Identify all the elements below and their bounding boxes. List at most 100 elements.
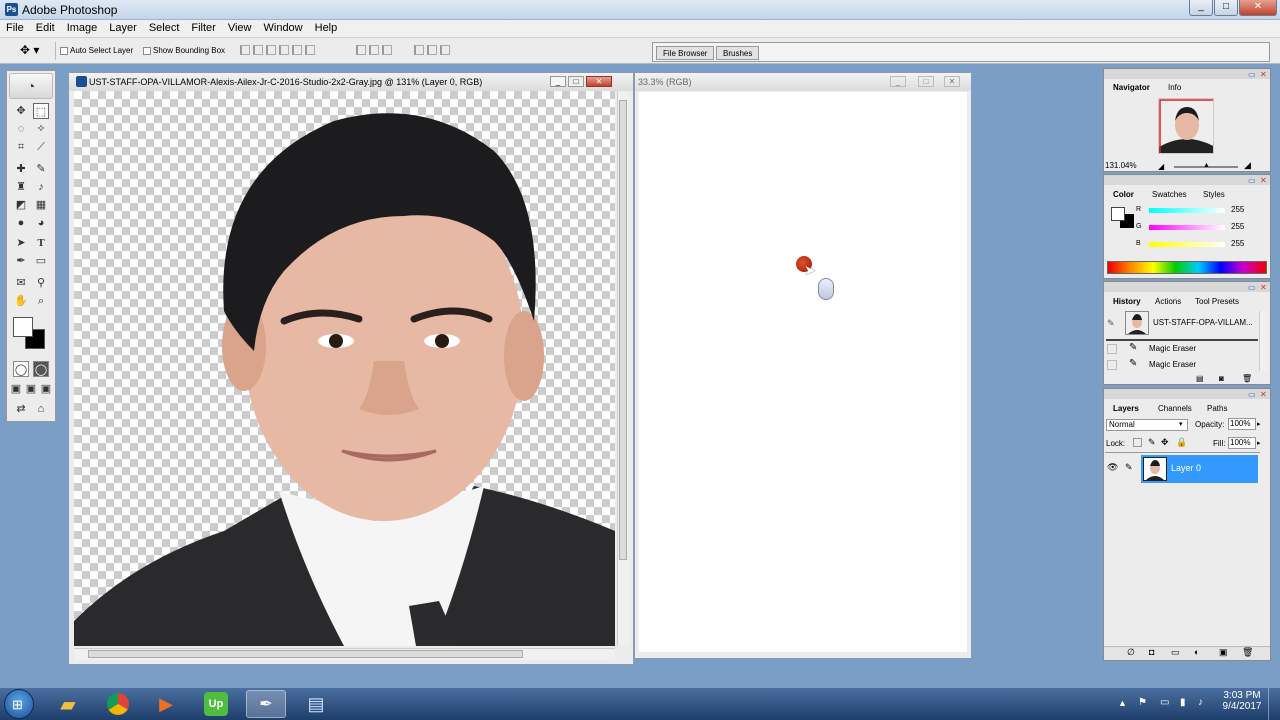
marquee-tool-icon[interactable]: ⬚ — [33, 103, 49, 119]
menu-file[interactable]: File — [0, 20, 30, 36]
distribute-icon[interactable] — [414, 45, 424, 55]
navigator-zoom-value[interactable]: 131.04% — [1105, 161, 1137, 170]
color-tab[interactable]: Color — [1108, 188, 1139, 201]
delete-layer-icon[interactable]: 🗑 — [1242, 647, 1253, 658]
history-item-1[interactable]: Magic Eraser — [1149, 344, 1196, 353]
panel-minimize-icon[interactable]: ▭ — [1248, 176, 1256, 185]
blue-channel-slider[interactable] — [1149, 242, 1225, 247]
zoom-tool-icon[interactable]: ⌕ — [33, 293, 49, 309]
vertical-scroll-thumb[interactable] — [619, 100, 627, 560]
history-scrollbar[interactable] — [1259, 311, 1268, 371]
slice-tool-icon[interactable]: ⟋ — [33, 139, 49, 155]
tray-display-icon[interactable]: ▭ — [1160, 697, 1169, 708]
history-state-checkbox[interactable] — [1107, 360, 1117, 370]
doc2-close-button[interactable]: ✕ — [944, 76, 960, 87]
new-document-from-state-icon[interactable]: ▤ — [1196, 374, 1204, 383]
panel-minimize-icon[interactable]: ▭ — [1248, 70, 1256, 79]
info-tab[interactable]: Info — [1163, 81, 1186, 94]
foreground-color-swatch-top[interactable] — [13, 317, 33, 337]
auto-select-layer-checkbox[interactable]: Auto Select Layer — [60, 46, 133, 55]
adobe-online-icon[interactable]: ◔ — [9, 73, 53, 99]
layer-thumbnail[interactable] — [1143, 457, 1167, 481]
imageready-icon[interactable]: ⌂ — [33, 401, 49, 417]
tray-expand-icon[interactable]: ▲ — [1118, 698, 1127, 708]
show-desktop-button[interactable] — [1268, 688, 1280, 720]
new-set-icon[interactable]: ▭ — [1171, 647, 1180, 658]
taskbar-upwork[interactable]: Up — [196, 690, 236, 718]
align-icon[interactable] — [240, 45, 250, 55]
fill-arrow-icon[interactable]: ▸ — [1257, 439, 1261, 447]
navigator-thumbnail[interactable] — [1158, 98, 1214, 154]
paths-tab[interactable]: Paths — [1202, 402, 1232, 415]
taskbar-explorer[interactable]: ▰ — [48, 690, 88, 718]
distribute-icon[interactable] — [382, 45, 392, 55]
type-tool-icon[interactable]: T — [33, 235, 49, 251]
panel-minimize-icon[interactable]: ▭ — [1248, 390, 1256, 399]
close-button[interactable]: ✕ — [1239, 0, 1277, 16]
distribute-icon[interactable] — [369, 45, 379, 55]
jump-to-imageready-icon[interactable]: ⇄ — [13, 401, 29, 417]
zoom-out-icon[interactable]: ◢ — [1158, 162, 1164, 171]
swatches-tab[interactable]: Swatches — [1147, 188, 1192, 201]
layers-tab[interactable]: Layers — [1108, 402, 1144, 415]
blend-mode-select[interactable]: Normal — [1106, 419, 1188, 431]
screen-mode-full-menu-icon[interactable]: ▣ — [24, 381, 38, 397]
doc2-minimize-button[interactable]: _ — [890, 76, 906, 87]
menu-help[interactable]: Help — [309, 20, 344, 36]
panel-minimize-icon[interactable]: ▭ — [1248, 283, 1256, 292]
new-layer-icon[interactable]: ▣ — [1219, 647, 1228, 658]
history-snapshot-thumb[interactable] — [1125, 311, 1149, 335]
fill-input[interactable]: 100% — [1228, 437, 1256, 449]
menu-image[interactable]: Image — [61, 20, 104, 36]
panel-close-icon[interactable]: ✕ — [1260, 176, 1267, 185]
history-state-checkbox[interactable] — [1107, 344, 1117, 354]
blur-tool-icon[interactable]: ● — [13, 215, 29, 231]
distribute-icon[interactable] — [427, 45, 437, 55]
channels-tab[interactable]: Channels — [1153, 402, 1197, 415]
visibility-eye-icon[interactable]: 👁 — [1107, 462, 1118, 473]
blank-canvas[interactable] — [639, 92, 967, 652]
layer-brush-icon[interactable]: ✎ — [1125, 462, 1133, 473]
red-channel-slider[interactable] — [1149, 208, 1225, 213]
shape-tool-icon[interactable]: ▭ — [33, 253, 49, 269]
lock-transparent-icon[interactable] — [1133, 438, 1142, 447]
panel-close-icon[interactable]: ✕ — [1260, 390, 1267, 399]
history-item-2[interactable]: Magic Eraser — [1149, 360, 1196, 369]
actions-tab[interactable]: Actions — [1150, 295, 1186, 308]
standard-mode-icon[interactable]: ◯ — [13, 361, 29, 377]
move-tool-icon[interactable]: ✥ — [13, 103, 29, 119]
zoom-in-icon[interactable]: ◢ — [1244, 160, 1251, 171]
tray-volume-icon[interactable]: ♪ — [1198, 697, 1203, 708]
brush-tool-icon[interactable]: ✎ — [33, 161, 49, 177]
lock-all-icon[interactable]: 🔒 — [1176, 437, 1187, 448]
screen-mode-standard-icon[interactable]: ▣ — [9, 381, 23, 397]
eraser-tool-icon[interactable]: ◩ — [13, 197, 29, 213]
tool-presets-tab[interactable]: Tool Presets — [1190, 295, 1244, 308]
align-icon[interactable] — [305, 45, 315, 55]
screen-mode-full-icon[interactable]: ▣ — [39, 381, 53, 397]
gradient-tool-icon[interactable]: ▦ — [33, 197, 49, 213]
taskbar-media-player[interactable]: ▶ — [146, 690, 186, 718]
taskbar-chrome[interactable] — [98, 690, 138, 718]
history-brush-source-icon[interactable]: ✎ — [1107, 318, 1115, 329]
move-tool-preset-icon[interactable]: ✥ ▾ — [20, 43, 39, 57]
history-tab[interactable]: History — [1108, 295, 1146, 308]
blue-channel-value[interactable]: 255 — [1231, 239, 1244, 248]
navigator-tab[interactable]: Navigator — [1108, 81, 1155, 94]
distribute-horizontal-buttons[interactable] — [414, 45, 450, 57]
menu-select[interactable]: Select — [143, 20, 186, 36]
distribute-icon[interactable] — [440, 45, 450, 55]
green-channel-slider[interactable] — [1149, 225, 1225, 230]
tray-flag-icon[interactable]: ⚑ — [1138, 697, 1147, 708]
align-icon[interactable] — [279, 45, 289, 55]
path-selection-icon[interactable]: ➤ — [13, 235, 29, 251]
layer-mask-icon[interactable]: ◘ — [1149, 647, 1154, 657]
align-icon[interactable] — [253, 45, 263, 55]
align-icon[interactable] — [292, 45, 302, 55]
file-browser-tab[interactable]: File Browser — [656, 46, 715, 60]
history-brush-icon[interactable]: ♪ — [33, 179, 49, 195]
menu-view[interactable]: View — [222, 20, 258, 36]
distribute-icon[interactable] — [356, 45, 366, 55]
green-channel-value[interactable]: 255 — [1231, 222, 1244, 231]
lock-position-icon[interactable]: ✥ — [1161, 437, 1169, 448]
